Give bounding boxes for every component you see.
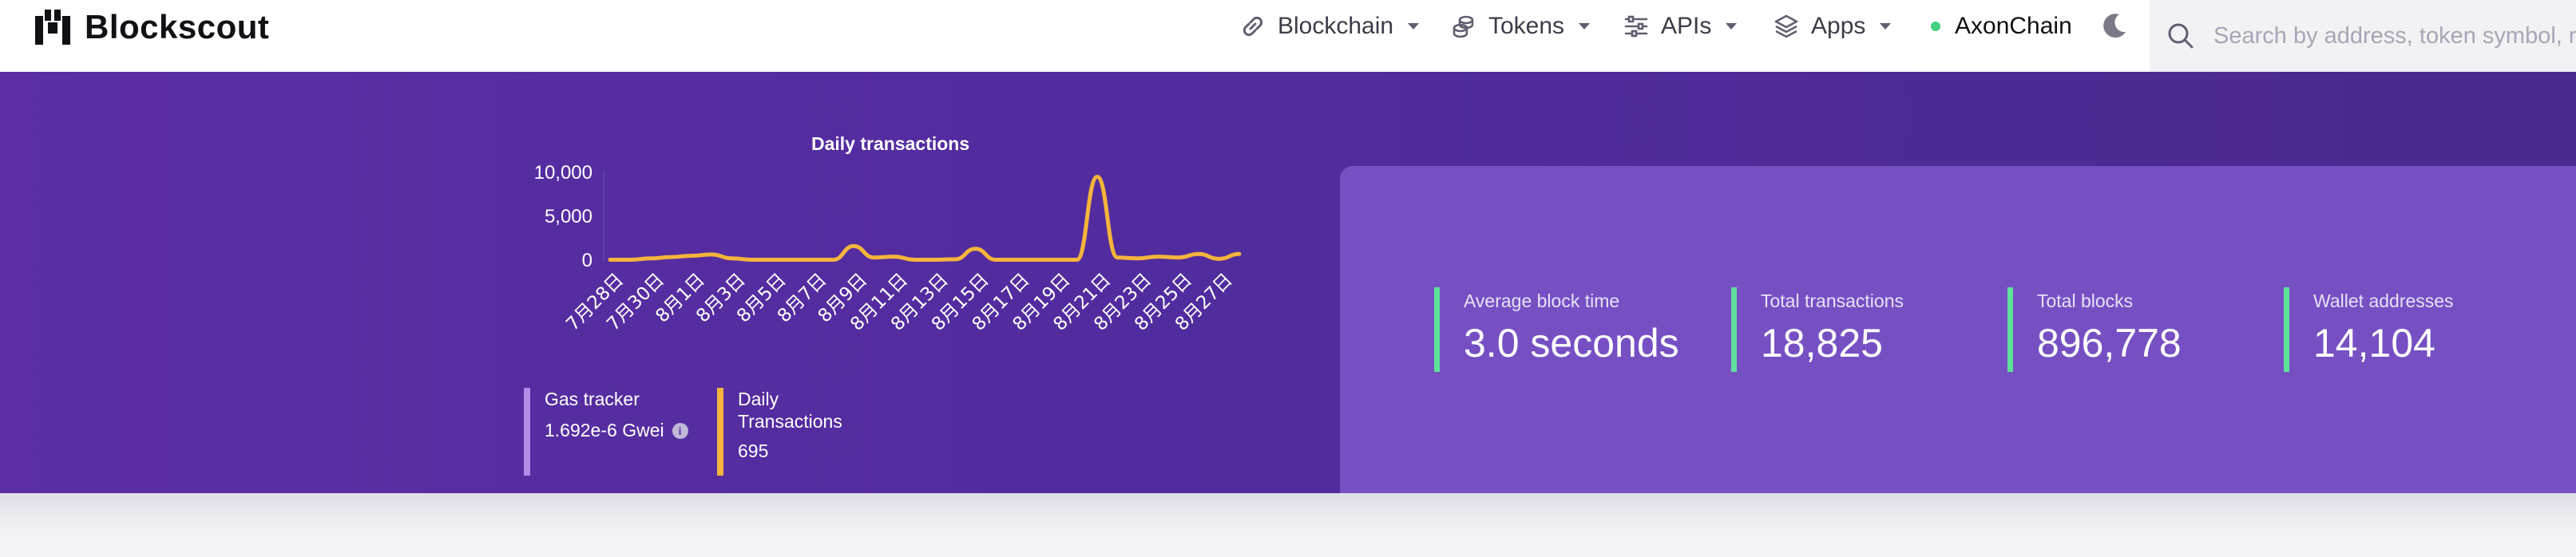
data-point: [913, 258, 916, 261]
data-point: [1238, 252, 1241, 255]
daily-transactions-value: 695: [738, 440, 769, 461]
stat-label: Average block time: [1464, 290, 1620, 311]
nav-blockchain[interactable]: Blockchain: [1239, 6, 1420, 46]
data-point: [1156, 255, 1159, 259]
daily-transactions-label-2: Transactions: [738, 411, 842, 432]
layers-icon: [1774, 14, 1798, 38]
search-input[interactable]: [2213, 22, 2576, 49]
nav-tokens[interactable]: Tokens: [1450, 6, 1591, 46]
moon-icon[interactable]: [2098, 10, 2130, 41]
gas-tracker-value: 1.692e-6 Gwei: [545, 420, 664, 440]
data-point: [1136, 257, 1139, 260]
nav-apis-label: APIs: [1661, 13, 1712, 39]
coins-icon: [1452, 15, 1474, 38]
top-navbar: Blockscout Blockchain Tokens APIs Apps A…: [0, 0, 2576, 72]
data-point: [649, 257, 652, 260]
stat-value: 3.0 seconds: [1464, 321, 1679, 365]
stat-wallet-addresses: Wallet addresses 14,104: [2284, 287, 2454, 372]
network-name: AxonChain: [1955, 13, 2072, 39]
data-point: [852, 244, 855, 247]
data-point: [731, 257, 734, 260]
network-indicator[interactable]: AxonChain: [1931, 6, 2072, 46]
nav-apis[interactable]: APIs: [1623, 6, 1738, 46]
data-point: [628, 258, 632, 261]
data-point: [1116, 256, 1119, 259]
data-point: [669, 255, 672, 259]
data-point: [1197, 252, 1200, 255]
data-point: [608, 258, 612, 261]
data-point: [751, 258, 754, 261]
nav-blockchain-label: Blockchain: [1278, 13, 1394, 39]
brand-name: Blockscout: [85, 8, 270, 45]
data-point: [1014, 258, 1017, 261]
data-point: [893, 255, 896, 259]
stat-label: Wallet addresses: [2313, 290, 2454, 311]
gas-tracker-label: Gas tracker: [545, 389, 640, 409]
daily-transactions-label-1: Daily: [738, 389, 779, 409]
stat-label: Total blocks: [2037, 290, 2134, 311]
stat-value: 14,104: [2313, 321, 2435, 365]
gas-tracker-value-row: 1.692e-6 Gwei i: [545, 420, 715, 441]
data-point: [690, 255, 693, 257]
data-point: [1218, 257, 1221, 260]
data-point: [1096, 176, 1099, 178]
chevron-down-icon: [1408, 23, 1420, 30]
data-point: [1055, 258, 1058, 261]
info-icon[interactable]: i: [672, 422, 688, 439]
data-point: [974, 247, 977, 251]
data-point: [1177, 256, 1180, 259]
stat-total-blocks: Total blocks 896,778: [2007, 287, 2182, 372]
data-point: [933, 258, 937, 261]
chart-title: Daily transactions: [811, 133, 970, 154]
data-point: [771, 258, 774, 261]
stat-value: 896,778: [2037, 321, 2182, 365]
data-point: [1035, 258, 1038, 261]
daily-transactions-series-line: [608, 174, 1242, 262]
y-tick-label: 10,000: [534, 162, 592, 184]
stats-panel: Average block time 3.0 seconds Total tra…: [1340, 166, 2576, 493]
data-point: [832, 258, 835, 261]
chevron-down-icon: [1579, 23, 1591, 30]
stat-average-block-time: Average block time 3.0 seconds: [1434, 287, 1679, 372]
chevron-down-icon: [1880, 23, 1892, 30]
nav-tokens-label: Tokens: [1488, 13, 1565, 39]
gas-tracker-card[interactable]: Gas tracker 1.692e-6 Gwei i: [524, 388, 715, 476]
network-status-dot: [1931, 22, 1940, 31]
y-tick-label: 5,000: [545, 206, 592, 227]
brand-logo[interactable]: Blockscout: [34, 6, 269, 48]
search-icon: [2168, 23, 2194, 49]
stat-value: 18,825: [1761, 321, 1883, 365]
data-point: [1076, 258, 1079, 261]
chevron-down-icon: [1726, 23, 1738, 30]
nav-apps[interactable]: Apps: [1773, 6, 1892, 46]
data-point: [872, 256, 875, 259]
daily-transactions-card[interactable]: Daily Transactions 695: [717, 388, 877, 476]
sliders-icon: [1624, 15, 1648, 38]
search-bar[interactable]: [2150, 0, 2576, 72]
link-icon: [1242, 16, 1263, 37]
data-point: [953, 258, 957, 261]
daily-transactions-chart: 10,0005,00007月28日7月30日8月1日8月3日8月5日8月7日8月…: [534, 162, 1242, 335]
y-tick-label: 0: [582, 250, 592, 271]
data-point: [994, 258, 997, 261]
blockscout-logo-icon: [35, 10, 70, 45]
nav-apps-label: Apps: [1811, 13, 1866, 39]
page-body-top: [0, 493, 2576, 557]
data-point: [710, 253, 713, 256]
stat-label: Total transactions: [1761, 290, 1904, 311]
stat-total-transactions: Total transactions 18,825: [1731, 287, 1904, 372]
data-point: [811, 258, 814, 261]
data-point: [791, 258, 795, 261]
